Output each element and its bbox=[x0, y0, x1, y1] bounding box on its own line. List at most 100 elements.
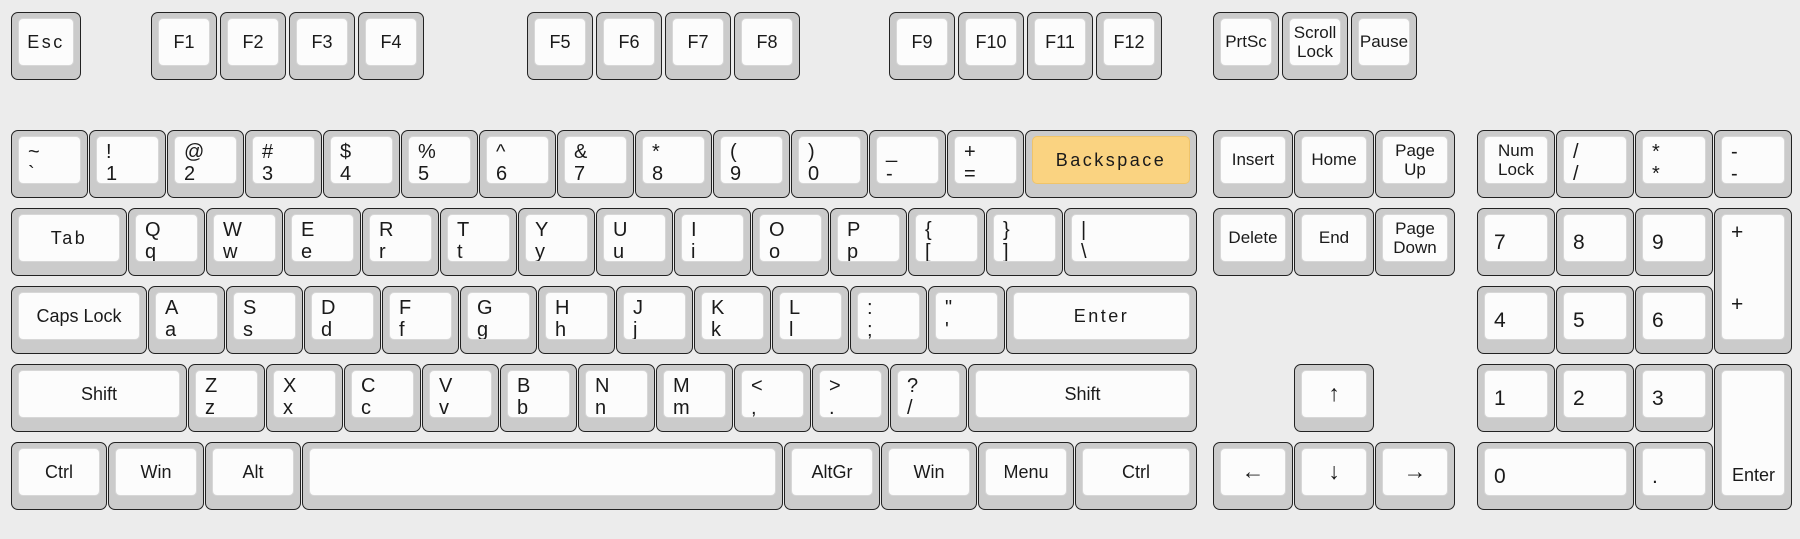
key-g[interactable]: G g bbox=[460, 286, 537, 354]
key-shift-right[interactable]: Shift bbox=[968, 364, 1197, 432]
key-equals[interactable]: + = bbox=[947, 130, 1024, 198]
key-numpad-enter[interactable]: Enter bbox=[1714, 364, 1792, 510]
key-home[interactable]: Home bbox=[1294, 130, 1374, 198]
key-comma[interactable]: < , bbox=[734, 364, 811, 432]
key-f3[interactable]: F3 bbox=[289, 12, 355, 80]
key-backtick[interactable]: ~ ` bbox=[11, 130, 88, 198]
key-6[interactable]: ^ 6 bbox=[479, 130, 556, 198]
key-page-up[interactable]: Page Up bbox=[1375, 130, 1455, 198]
key-numpad-divide[interactable]: / / bbox=[1556, 130, 1634, 198]
key-f4[interactable]: F4 bbox=[358, 12, 424, 80]
key-1[interactable]: ! 1 bbox=[89, 130, 166, 198]
key-f10[interactable]: F10 bbox=[958, 12, 1024, 80]
key-numpad-5[interactable]: 5 bbox=[1556, 286, 1634, 354]
key-x[interactable]: X x bbox=[266, 364, 343, 432]
key-numpad-add[interactable]: + + bbox=[1714, 208, 1792, 354]
key-f5[interactable]: F5 bbox=[527, 12, 593, 80]
key-c[interactable]: C c bbox=[344, 364, 421, 432]
key-numpad-8[interactable]: 8 bbox=[1556, 208, 1634, 276]
key-9[interactable]: ( 9 bbox=[713, 130, 790, 198]
key-m[interactable]: M m bbox=[656, 364, 733, 432]
key-numpad-9[interactable]: 9 bbox=[1635, 208, 1713, 276]
key-2[interactable]: @ 2 bbox=[167, 130, 244, 198]
key-f[interactable]: F f bbox=[382, 286, 459, 354]
key-menu[interactable]: Menu bbox=[978, 442, 1074, 510]
key-d[interactable]: D d bbox=[304, 286, 381, 354]
key-bracket-right[interactable]: } ] bbox=[986, 208, 1063, 276]
key-f12[interactable]: F12 bbox=[1096, 12, 1162, 80]
key-5[interactable]: % 5 bbox=[401, 130, 478, 198]
key-numpad-6[interactable]: 6 bbox=[1635, 286, 1713, 354]
key-tab[interactable]: Tab bbox=[11, 208, 127, 276]
key-arrow-up[interactable]: ↑ bbox=[1294, 364, 1374, 432]
key-v[interactable]: V v bbox=[422, 364, 499, 432]
key-4[interactable]: $ 4 bbox=[323, 130, 400, 198]
key-numpad-subtract[interactable]: - - bbox=[1714, 130, 1792, 198]
key-numpad-2[interactable]: 2 bbox=[1556, 364, 1634, 432]
key-period[interactable]: > . bbox=[812, 364, 889, 432]
key-end[interactable]: End bbox=[1294, 208, 1374, 276]
key-8[interactable]: * 8 bbox=[635, 130, 712, 198]
key-win-right[interactable]: Win bbox=[881, 442, 977, 510]
key-numpad-7[interactable]: 7 bbox=[1477, 208, 1555, 276]
key-alt-left[interactable]: Alt bbox=[205, 442, 301, 510]
key-f6[interactable]: F6 bbox=[596, 12, 662, 80]
key-altgr[interactable]: AltGr bbox=[784, 442, 880, 510]
key-num-lock[interactable]: Num Lock bbox=[1477, 130, 1555, 198]
key-numpad-1[interactable]: 1 bbox=[1477, 364, 1555, 432]
key-print-screen[interactable]: PrtSc bbox=[1213, 12, 1279, 80]
key-w[interactable]: W w bbox=[206, 208, 283, 276]
key-3[interactable]: # 3 bbox=[245, 130, 322, 198]
key-s[interactable]: S s bbox=[226, 286, 303, 354]
key-numpad-0[interactable]: 0 bbox=[1477, 442, 1634, 510]
key-h[interactable]: H h bbox=[538, 286, 615, 354]
key-f2[interactable]: F2 bbox=[220, 12, 286, 80]
key-pause[interactable]: Pause bbox=[1351, 12, 1417, 80]
key-u[interactable]: U u bbox=[596, 208, 673, 276]
key-z[interactable]: Z z bbox=[188, 364, 265, 432]
key-o[interactable]: O o bbox=[752, 208, 829, 276]
key-0[interactable]: ) 0 bbox=[791, 130, 868, 198]
key-arrow-left[interactable]: ← bbox=[1213, 442, 1293, 510]
key-arrow-down[interactable]: ↓ bbox=[1294, 442, 1374, 510]
key-win-left[interactable]: Win bbox=[108, 442, 204, 510]
key-y[interactable]: Y y bbox=[518, 208, 595, 276]
key-numpad-multiply[interactable]: * * bbox=[1635, 130, 1713, 198]
key-insert[interactable]: Insert bbox=[1213, 130, 1293, 198]
key-caps-lock[interactable]: Caps Lock bbox=[11, 286, 147, 354]
key-q[interactable]: Q q bbox=[128, 208, 205, 276]
key-i[interactable]: I i bbox=[674, 208, 751, 276]
key-t[interactable]: T t bbox=[440, 208, 517, 276]
key-ctrl-right[interactable]: Ctrl bbox=[1075, 442, 1197, 510]
key-f1[interactable]: F1 bbox=[151, 12, 217, 80]
key-f11[interactable]: F11 bbox=[1027, 12, 1093, 80]
key-minus[interactable]: _ - bbox=[869, 130, 946, 198]
key-f9[interactable]: F9 bbox=[889, 12, 955, 80]
key-numpad-3[interactable]: 3 bbox=[1635, 364, 1713, 432]
key-scroll-lock[interactable]: Scroll Lock bbox=[1282, 12, 1348, 80]
key-arrow-right[interactable]: → bbox=[1375, 442, 1455, 510]
key-7[interactable]: & 7 bbox=[557, 130, 634, 198]
key-semicolon[interactable]: : ; bbox=[850, 286, 927, 354]
key-k[interactable]: K k bbox=[694, 286, 771, 354]
key-enter[interactable]: Enter bbox=[1006, 286, 1197, 354]
key-r[interactable]: R r bbox=[362, 208, 439, 276]
key-p[interactable]: P p bbox=[830, 208, 907, 276]
key-page-down[interactable]: Page Down bbox=[1375, 208, 1455, 276]
key-f8[interactable]: F8 bbox=[734, 12, 800, 80]
key-f7[interactable]: F7 bbox=[665, 12, 731, 80]
key-backslash[interactable]: | \ bbox=[1064, 208, 1197, 276]
key-escape[interactable]: Esc bbox=[11, 12, 81, 80]
key-n[interactable]: N n bbox=[578, 364, 655, 432]
key-j[interactable]: J j bbox=[616, 286, 693, 354]
key-ctrl-left[interactable]: Ctrl bbox=[11, 442, 107, 510]
key-delete[interactable]: Delete bbox=[1213, 208, 1293, 276]
key-numpad-4[interactable]: 4 bbox=[1477, 286, 1555, 354]
key-numpad-decimal[interactable]: . bbox=[1635, 442, 1713, 510]
key-l[interactable]: L l bbox=[772, 286, 849, 354]
key-space[interactable] bbox=[302, 442, 783, 510]
key-backspace[interactable]: Backspace bbox=[1025, 130, 1197, 198]
key-shift-left[interactable]: Shift bbox=[11, 364, 187, 432]
key-a[interactable]: A a bbox=[148, 286, 225, 354]
key-e[interactable]: E e bbox=[284, 208, 361, 276]
